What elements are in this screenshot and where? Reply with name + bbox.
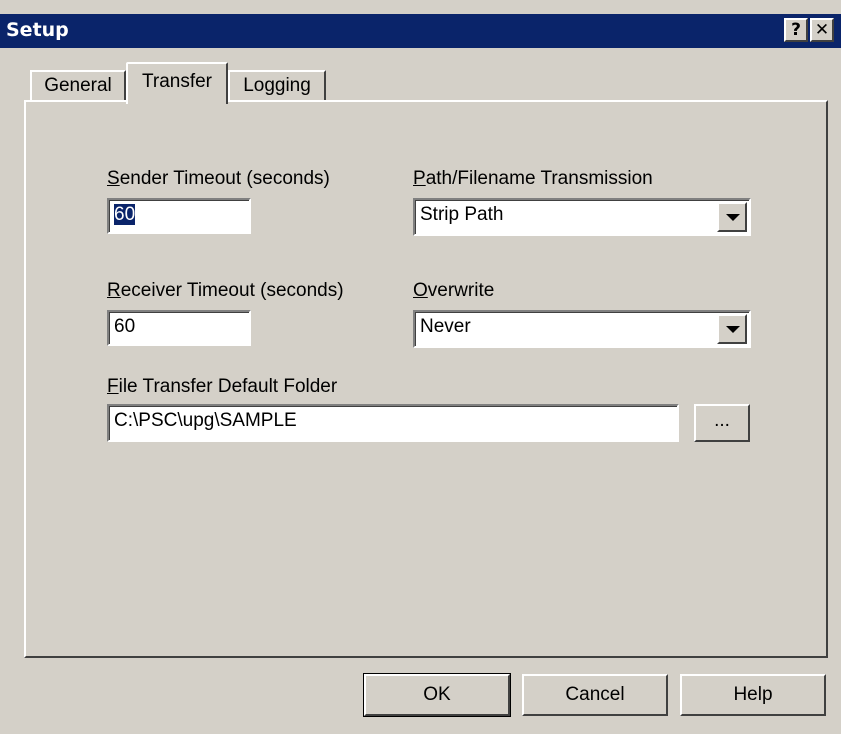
tab-transfer[interactable]: Transfer — [126, 62, 228, 104]
sender-timeout-value: 60 — [114, 204, 136, 225]
tab-logging[interactable]: Logging — [228, 70, 326, 100]
title-bar[interactable]: Setup ? ✕ — [0, 14, 841, 48]
sender-timeout-label: Sender Timeout (seconds) — [107, 168, 330, 189]
default-folder-value: C:\PSC\upg\SAMPLE — [114, 410, 297, 431]
browse-button[interactable]: ... — [694, 404, 750, 442]
receiver-timeout-label: Receiver Timeout (seconds) — [107, 280, 344, 301]
receiver-timeout-value: 60 — [114, 316, 136, 337]
default-folder-label: File Transfer Default Folder — [107, 376, 338, 397]
sender-timeout-input[interactable]: 60 — [107, 198, 251, 234]
chevron-down-icon[interactable] — [717, 202, 747, 232]
chevron-down-icon[interactable] — [717, 314, 747, 344]
default-folder-input[interactable]: C:\PSC\upg\SAMPLE — [107, 404, 679, 442]
close-icon[interactable]: ✕ — [810, 18, 834, 42]
path-transmission-label: Path/Filename Transmission — [413, 168, 653, 189]
help-icon[interactable]: ? — [784, 18, 808, 42]
path-transmission-value: Strip Path — [420, 204, 504, 225]
path-transmission-select[interactable]: Strip Path — [413, 198, 751, 236]
overwrite-value: Never — [420, 316, 471, 337]
setup-dialog: Setup ? ✕ General Transfer Logging Sende… — [0, 0, 841, 734]
overwrite-label: Overwrite — [413, 280, 495, 301]
help-button[interactable]: Help — [680, 674, 826, 716]
window-title: Setup — [6, 19, 69, 41]
receiver-timeout-input[interactable]: 60 — [107, 310, 251, 346]
ok-button[interactable]: OK — [363, 673, 511, 717]
overwrite-select[interactable]: Never — [413, 310, 751, 348]
tab-general[interactable]: General — [30, 70, 126, 100]
cancel-button[interactable]: Cancel — [522, 674, 668, 716]
